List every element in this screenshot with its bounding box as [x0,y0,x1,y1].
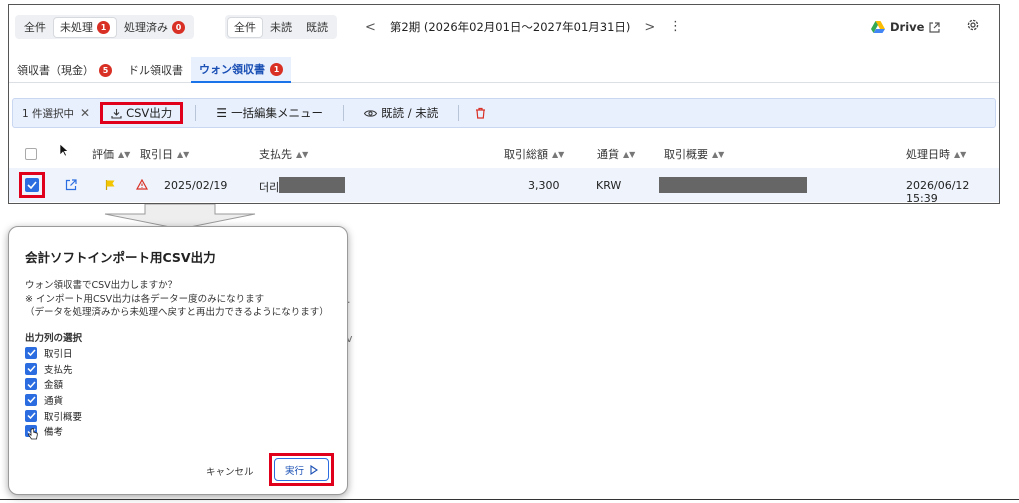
filter-all-read[interactable]: 全件 [228,17,262,37]
eye-icon [364,109,378,117]
column-select-title: 出力列の選択 [25,333,83,344]
filter-all-status[interactable]: 全件 [18,18,52,37]
divider [195,105,197,121]
select-all-checkbox[interactable] [25,148,37,160]
receipt-type-tabs: 領収書（現金） 5 ドル領収書 ウォン領収書 1 [9,57,999,83]
csv-export-button[interactable]: CSV出力 [100,102,184,124]
batch-edit-menu-button[interactable]: ☰ 一括編集メニュー [208,102,331,124]
tab-won-receipts[interactable]: ウォン領収書 1 [191,57,291,83]
external-link-icon [929,21,941,33]
flag-icon[interactable] [105,179,116,191]
check-icon [25,393,37,406]
row-select-checkbox[interactable] [19,172,45,198]
check-icon [25,346,37,359]
filter-unprocessed[interactable]: 未処理 1 [54,17,116,37]
redacted-payee [279,177,345,193]
read-toggle-button[interactable]: 既読 / 未読 [356,102,446,124]
sort-icon: ▲▼ [954,149,967,159]
more-menu-icon[interactable]: ⋮ [669,19,682,34]
csv-export-dialog: 会計ソフトインポート用CSV出力 ウォン領収書でCSV出力しますか？ ※ インポ… [8,226,348,495]
sort-icon: ▲▼ [296,149,309,159]
drive-label: Drive [890,20,925,34]
cell-date: 2025/02/19 [164,179,228,192]
sort-icon: ▲▼ [118,149,131,159]
sort-icon: ▲▼ [623,149,636,159]
check-icon [25,409,37,422]
receipt-list-screenshot: 全件 未処理 1 処理済み 0 全件 未読 既読 < 第2期 (2026年02月… [8,4,1000,204]
filter-unread[interactable]: 未読 [264,18,298,37]
bulk-action-bar: 1 件選択中 ✕ CSV出力 ☰ 一括編集メニュー 既読 / 未読 [12,98,996,128]
sort-icon: ▲▼ [552,149,565,159]
check-icon [25,362,37,375]
list-icon: ☰ [216,106,228,120]
check-icon [25,378,37,391]
check-icon [25,178,39,192]
next-period-button[interactable]: > [644,20,655,35]
execute-button[interactable]: 実行 [274,458,329,481]
dialog-message: ウォン領収書でCSV出力しますか？ ※ インポート用CSV出力は各データー度のみ… [25,280,329,318]
tab-dollar-receipts[interactable]: ドル領収書 [120,57,191,83]
hand-cursor-icon [28,428,38,440]
warning-icon [136,179,148,190]
divider [458,105,460,121]
unprocessed-count-badge: 1 [97,20,110,34]
cell-processed: 2026/06/12 15:39 [906,179,970,204]
processed-count-badge: 0 [172,20,185,34]
open-detail-icon[interactable] [65,179,77,191]
column-option-notes[interactable]: 備考 [25,423,82,440]
cell-currency: KRW [596,179,622,192]
google-drive-icon [871,21,885,33]
table-row[interactable]: 2025/02/19 더리 3,300 KRW 2026/06/12 15:39 [9,168,999,204]
table-header: 評価 ▲▼ 取引日 ▲▼ 支払先 ▲▼ 取引総額 ▲▼ 通貨 ▲▼ 取引概要 ▲▼ 処理日時… [9,139,999,167]
column-option-currency[interactable]: 通貨 [25,392,82,408]
download-icon [111,108,122,119]
tab-count-badge: 5 [99,63,112,77]
trash-icon[interactable] [475,107,486,119]
execute-highlight: 実行 [269,453,334,486]
clear-selection-close-icon[interactable]: ✕ [80,106,90,120]
period-label: 第2期 (2026年02月01日〜2027年01月31日) [389,20,631,34]
column-option-summary[interactable]: 取引概要 [25,408,82,424]
tab-cash-receipts[interactable]: 領収書（現金） 5 [9,57,120,83]
header-summary[interactable]: 取引概要 ▲▼ [664,146,724,162]
header-processed[interactable]: 処理日時 ▲▼ [906,146,966,162]
dialog-title: 会計ソフトインポート用CSV出力 [25,250,216,265]
sort-icon: ▲▼ [177,149,190,159]
gear-icon[interactable] [966,18,980,32]
sort-icon: ▲▼ [712,149,725,159]
selection-count: 1 件選択中 ✕ [22,106,91,120]
bottom-border [0,499,1019,500]
status-filter: 全件 未処理 1 処理済み 0 [15,15,194,39]
filter-read[interactable]: 既読 [300,18,334,37]
header-currency[interactable]: 通貨 ▲▼ [597,146,635,162]
header-amount[interactable]: 取引総額 ▲▼ [504,146,564,162]
header-date[interactable]: 取引日 ▲▼ [140,146,189,162]
play-icon [310,464,318,475]
column-option-date[interactable]: 取引日 [25,345,82,361]
mouse-cursor-icon [59,143,69,157]
period-selector: < 第2期 (2026年02月01日〜2027年01月31日) > [365,19,655,35]
header-rating[interactable]: 評価 ▲▼ [92,146,130,162]
column-options: 取引日 支払先 金額 通貨 取引概要 備考 [25,345,82,440]
check-icon [25,425,38,440]
drive-link[interactable]: Drive [871,20,941,34]
prev-period-button[interactable]: < [365,20,376,35]
filter-processed[interactable]: 処理済み 0 [118,18,191,37]
divider [343,105,345,121]
header-payee[interactable]: 支払先 ▲▼ [259,146,308,162]
read-filter: 全件 未読 既読 [225,15,337,39]
cell-amount: 3,300 [528,179,560,192]
column-option-payee[interactable]: 支払先 [25,361,82,377]
tab-count-badge: 1 [270,62,283,76]
cell-payee: 더리 [259,181,280,194]
cancel-button[interactable]: キャンセル [206,464,254,478]
column-option-amount[interactable]: 金額 [25,376,82,392]
redacted-summary [659,177,807,193]
